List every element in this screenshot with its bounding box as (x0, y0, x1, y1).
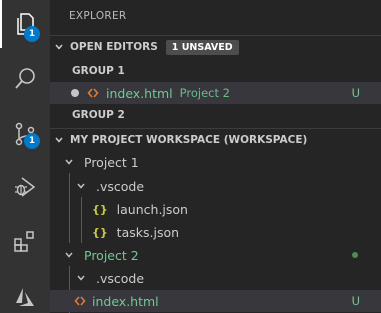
chevron-right-icon (74, 271, 88, 285)
tasks-json-label: tasks.json (116, 224, 180, 240)
untracked-status: U (351, 86, 360, 100)
open-editor-description: Project 2 (179, 86, 230, 100)
activity-explorer[interactable]: 1 (0, 0, 50, 48)
group-1-header[interactable]: GROUP 1 (50, 60, 381, 82)
unsaved-badge: 1 UNSAVED (165, 39, 239, 55)
chevron-down-icon (62, 155, 76, 169)
untracked-status: U (351, 294, 360, 308)
vscode-window: 1 1 EXPLORER OPEN EDITORS 1 UNSAVED GROU… (0, 0, 381, 313)
html-file-icon (87, 87, 99, 99)
open-editor-file-name: index.html (106, 85, 173, 101)
activity-debug[interactable] (0, 163, 50, 211)
launch-json-label: launch.json (116, 201, 188, 217)
tree-item-tasks-json[interactable]: {} tasks.json (50, 221, 381, 243)
search-icon (15, 68, 35, 89)
tree-item-project-2[interactable]: Project 2 (50, 244, 381, 266)
workspace-header[interactable]: MY PROJECT WORKSPACE (WORKSPACE) (50, 128, 381, 151)
extensions-icon (14, 231, 34, 252)
open-editor-index-html[interactable]: index.html Project 2 U (50, 82, 381, 104)
tree-item-index-html[interactable]: index.html U (50, 290, 381, 312)
tree-item-launch-json[interactable]: {} launch.json (50, 198, 381, 220)
tree-item-vscode-2[interactable]: .vscode (50, 267, 381, 289)
open-editors-label: OPEN EDITORS (70, 41, 158, 53)
activity-azure[interactable] (0, 273, 50, 313)
project-1-label: Project 1 (84, 154, 139, 170)
html-file-icon (74, 295, 86, 307)
unsaved-dot-icon[interactable] (71, 89, 79, 97)
activity-source-control[interactable]: 1 (0, 110, 50, 158)
modified-dot-icon (352, 252, 358, 258)
project-2-label: Project 2 (84, 247, 139, 263)
group-1-label: GROUP 1 (72, 65, 125, 77)
azure-icon (16, 288, 34, 306)
explorer-title: EXPLORER (69, 10, 127, 22)
group-2-header[interactable]: GROUP 2 (50, 104, 381, 126)
json-file-icon: {} (92, 202, 108, 216)
activity-extensions[interactable] (0, 217, 50, 265)
vscode-1-label: .vscode (96, 178, 145, 194)
scm-badge: 1 (24, 133, 40, 149)
index-html-label: index.html (92, 293, 159, 309)
chevron-down-icon (62, 248, 76, 262)
explorer-badge: 1 (24, 26, 40, 42)
tree-item-project-1[interactable]: Project 1 (50, 151, 381, 173)
workspace-label: MY PROJECT WORKSPACE (WORKSPACE) (70, 134, 308, 146)
group-2-label: GROUP 2 (72, 109, 125, 121)
chevron-down-icon (52, 40, 66, 54)
debug-icon (15, 177, 36, 197)
tree-item-vscode-1[interactable]: .vscode (50, 175, 381, 197)
open-editors-header[interactable]: OPEN EDITORS 1 UNSAVED (50, 35, 381, 58)
json-file-icon: {} (92, 225, 108, 239)
explorer-sidebar: EXPLORER OPEN EDITORS 1 UNSAVED GROUP 1 … (50, 0, 381, 313)
chevron-down-icon (74, 179, 88, 193)
chevron-down-icon (52, 133, 66, 147)
activity-bar: 1 1 (0, 0, 50, 313)
vscode-2-label: .vscode (96, 270, 145, 286)
activity-search[interactable] (0, 55, 50, 103)
